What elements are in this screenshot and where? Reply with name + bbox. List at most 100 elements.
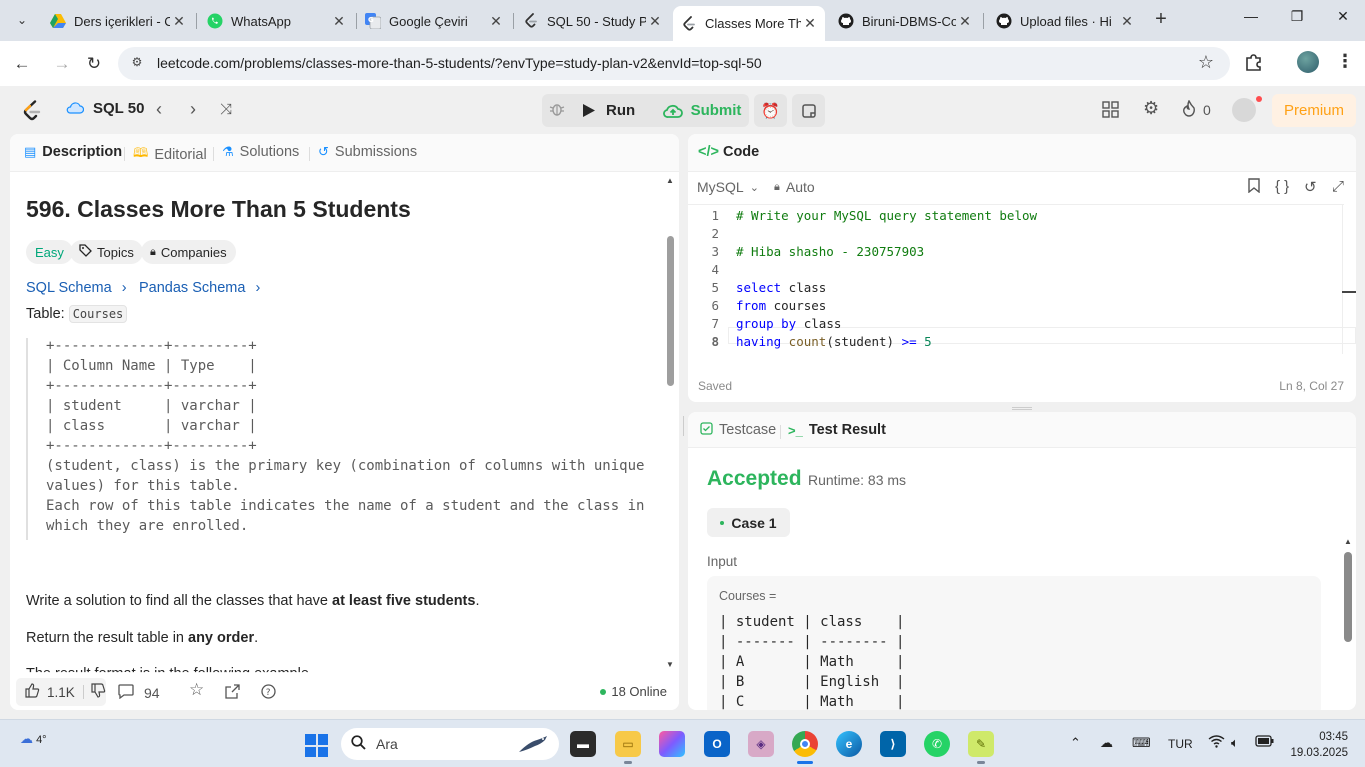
fullscreen-icon[interactable]: ⤢ bbox=[1332, 178, 1344, 195]
browser-menu-icon[interactable]: ⋮ bbox=[1336, 51, 1354, 72]
browser-tab-6[interactable]: Biruni-DBMS-Co ✕ bbox=[830, 7, 980, 35]
outlook-icon[interactable]: O bbox=[704, 731, 730, 757]
vscode-icon[interactable]: ⟩ bbox=[880, 731, 906, 757]
help-question-icon[interactable]: ? bbox=[261, 684, 276, 702]
tab-submissions[interactable]: ↺ Submissions bbox=[318, 144, 417, 160]
battery-icon[interactable] bbox=[1255, 735, 1274, 750]
scroll-down-arrow-icon[interactable]: ▼ bbox=[666, 660, 674, 669]
topics-button[interactable]: Topics bbox=[70, 240, 143, 264]
favorite-star-icon[interactable]: ☆ bbox=[189, 680, 204, 700]
copilot-icon[interactable] bbox=[659, 731, 685, 757]
code-editor[interactable]: 1 # Write your MySQL query statement belo… bbox=[688, 204, 1356, 354]
study-plan-link[interactable]: SQL 50 bbox=[66, 100, 144, 117]
online-indicator: 18 Online bbox=[600, 684, 667, 699]
minimize-icon[interactable]: — bbox=[1241, 8, 1261, 24]
close-tab-icon[interactable]: ✕ bbox=[801, 15, 819, 32]
companies-button[interactable]: 🔒︎ Companies bbox=[141, 240, 236, 264]
close-tab-icon[interactable]: ✕ bbox=[1118, 13, 1136, 30]
tab-editorial[interactable]: 🕮 Editorial bbox=[133, 144, 207, 166]
edge-icon[interactable]: e bbox=[836, 731, 862, 757]
description-scrollbar[interactable] bbox=[667, 236, 674, 386]
tab-solutions[interactable]: ⚗ Solutions bbox=[222, 144, 299, 160]
vertical-resize-handle[interactable] bbox=[683, 416, 686, 436]
close-tab-icon[interactable]: ✕ bbox=[646, 13, 664, 30]
streak-counter[interactable]: 0 bbox=[1182, 99, 1211, 120]
share-icon[interactable] bbox=[225, 684, 240, 702]
forward-arrow-icon[interactable]: → bbox=[51, 53, 73, 75]
sql-schema-link[interactable]: SQL Schema › bbox=[26, 280, 127, 296]
chrome-icon[interactable] bbox=[792, 731, 818, 757]
horizontal-resize-handle[interactable] bbox=[1012, 407, 1032, 410]
scroll-up-arrow-icon[interactable]: ▲ bbox=[1344, 537, 1352, 546]
user-avatar[interactable] bbox=[1232, 96, 1262, 122]
address-bar[interactable]: ⚙ leetcode.com/problems/classes-more-tha… bbox=[118, 47, 1230, 80]
case-tab[interactable]: Case 1 bbox=[707, 508, 790, 537]
whatsapp-icon[interactable]: ✆ bbox=[924, 731, 950, 757]
paint-app-icon[interactable]: ✎ bbox=[968, 731, 994, 757]
autocomplete-toggle[interactable]: 🔒︎ Auto bbox=[774, 179, 815, 195]
tray-chevron-up-icon[interactable]: ⌃ bbox=[1070, 735, 1081, 751]
language-select[interactable]: MySQL ⌄ bbox=[697, 179, 759, 195]
comments-button[interactable]: 94 bbox=[118, 684, 160, 702]
browser-tab-4[interactable]: SQL 50 - Study P ✕ bbox=[515, 7, 670, 35]
debug-bug-icon[interactable] bbox=[549, 101, 565, 117]
browser-tab-active[interactable]: Classes More Th ✕ bbox=[673, 6, 825, 41]
layout-grid-icon[interactable] bbox=[1102, 101, 1119, 123]
reload-icon[interactable]: ↻ bbox=[83, 53, 105, 75]
weather-widget[interactable]: ☁ 4° bbox=[20, 731, 47, 747]
file-explorer-icon[interactable]: ▭ bbox=[615, 731, 641, 757]
close-tab-icon[interactable]: ✕ bbox=[170, 13, 188, 30]
profile-avatar[interactable] bbox=[1297, 51, 1319, 73]
restore-window-icon[interactable]: ❐ bbox=[1287, 8, 1307, 25]
taskbar-clock[interactable]: 03:45 19.03.2025 bbox=[1288, 729, 1348, 761]
next-problem-chevron-icon[interactable]: › bbox=[190, 99, 196, 120]
editor-scrollbar[interactable] bbox=[1342, 204, 1356, 354]
submit-button[interactable]: Submit bbox=[655, 94, 749, 127]
browser-tab-7[interactable]: Upload files · Hi ✕ bbox=[988, 7, 1142, 35]
wifi-icon[interactable] bbox=[1208, 735, 1225, 751]
thumbs-down-icon[interactable] bbox=[91, 683, 106, 701]
back-arrow-icon[interactable]: ← bbox=[11, 53, 33, 75]
close-tab-icon[interactable]: ✕ bbox=[330, 13, 348, 30]
browser-tab-1[interactable]: Ders içerikleri - C ✕ bbox=[42, 7, 194, 35]
new-tab-plus-icon[interactable]: + bbox=[1150, 8, 1172, 32]
browser-tab-3[interactable]: G Google Çeviri ✕ bbox=[357, 7, 511, 35]
thumbs-up-icon[interactable] bbox=[25, 683, 40, 701]
bookmark-star-icon[interactable]: ☆ bbox=[1198, 52, 1214, 73]
close-tab-icon[interactable]: ✕ bbox=[487, 13, 505, 30]
shuffle-icon[interactable]: ⤨ bbox=[220, 101, 232, 118]
tab-search-button[interactable]: ⌄ bbox=[8, 8, 36, 32]
format-braces-icon[interactable]: { } bbox=[1275, 178, 1289, 195]
layers-app-icon[interactable]: ◈ bbox=[748, 731, 774, 757]
reset-code-icon[interactable]: ↺ bbox=[1304, 178, 1317, 196]
browser-tab-2[interactable]: WhatsApp ✕ bbox=[199, 7, 354, 35]
premium-button[interactable]: Premium bbox=[1272, 94, 1356, 127]
tab-testcase[interactable]: Testcase bbox=[700, 422, 776, 438]
result-scrollbar[interactable] bbox=[1344, 552, 1352, 642]
site-settings-icon[interactable]: ⚙ bbox=[128, 55, 146, 71]
run-button[interactable]: Run bbox=[582, 94, 635, 127]
line-number: 5 bbox=[711, 280, 719, 295]
close-window-icon[interactable]: ✕ bbox=[1333, 8, 1353, 25]
input-language[interactable]: TUR bbox=[1168, 737, 1193, 751]
bookmark-icon[interactable] bbox=[1248, 178, 1260, 197]
taskbar-search[interactable]: Ara bbox=[341, 728, 559, 760]
prev-problem-chevron-icon[interactable]: ‹ bbox=[156, 99, 162, 120]
task-view-icon[interactable]: ▬ bbox=[570, 731, 596, 757]
scroll-up-arrow-icon[interactable]: ▲ bbox=[666, 176, 674, 185]
input-variable-label: Courses = bbox=[719, 589, 777, 603]
statement-text: Return the result table in bbox=[26, 630, 189, 646]
pandas-schema-link[interactable]: Pandas Schema › bbox=[139, 280, 260, 296]
speaker-icon[interactable]: 🔈︎ bbox=[1231, 735, 1239, 751]
notes-icon[interactable] bbox=[792, 94, 825, 127]
settings-gear-icon[interactable]: ⚙ bbox=[1143, 98, 1159, 119]
onedrive-cloud-icon[interactable]: ☁ bbox=[1100, 735, 1113, 751]
tab-description[interactable]: ▤ Description bbox=[24, 144, 122, 160]
timer-alarm-icon[interactable]: ⏰ bbox=[754, 94, 787, 127]
extensions-puzzle-icon[interactable] bbox=[1243, 52, 1265, 74]
windows-start-icon[interactable] bbox=[305, 734, 328, 757]
keyboard-icon[interactable]: ⌨ bbox=[1132, 735, 1151, 751]
tab-test-result[interactable]: >_ Test Result bbox=[788, 422, 886, 438]
leetcode-logo-icon[interactable] bbox=[22, 100, 42, 122]
close-tab-icon[interactable]: ✕ bbox=[956, 13, 974, 30]
